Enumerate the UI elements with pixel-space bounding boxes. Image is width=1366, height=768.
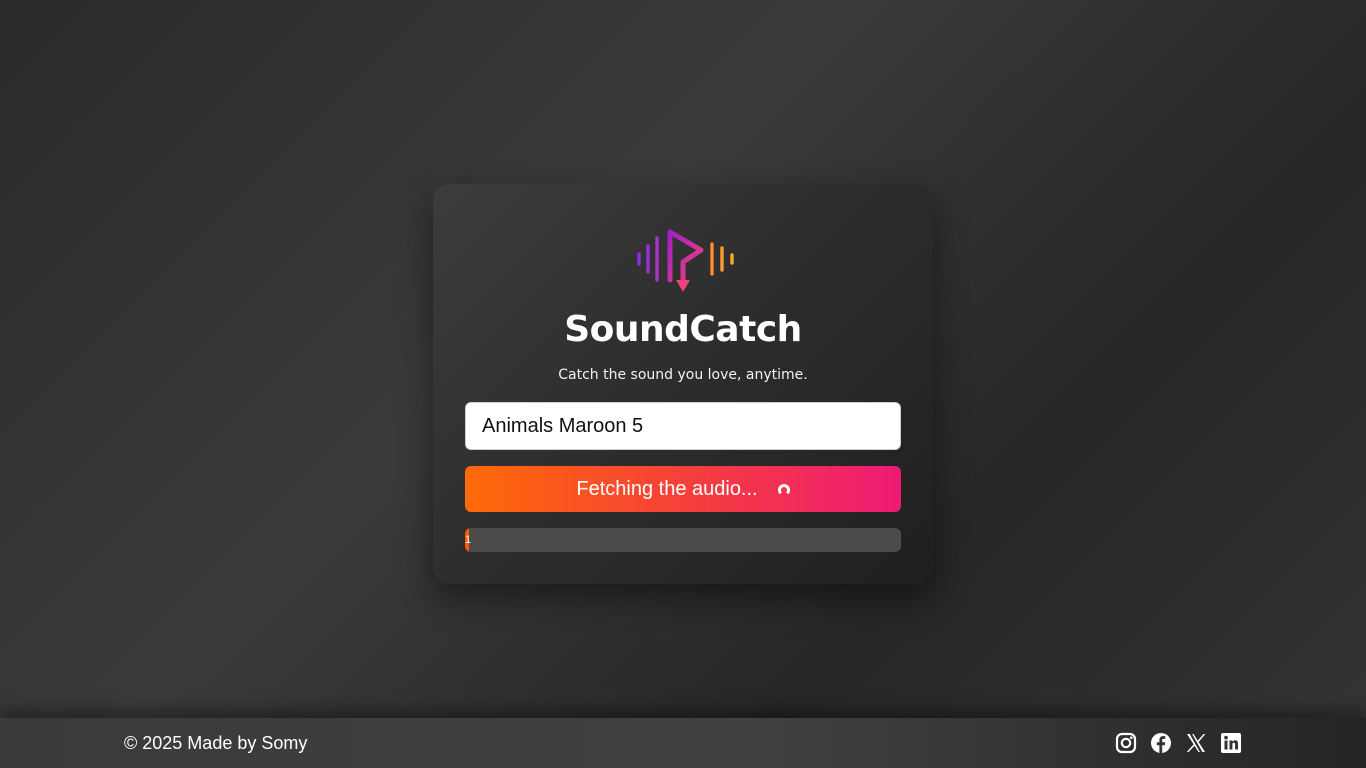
copyright-text: © 2025 Made by Somy [124,733,308,753]
fetch-audio-button[interactable]: Fetching the audio... [465,466,901,512]
page-footer: © 2025 Made by Somy [0,718,1366,768]
fetch-button-label: Fetching the audio... [576,477,758,500]
main-area: SoundCatch Catch the sound you love, any… [0,0,1366,718]
linkedin-icon[interactable] [1219,731,1243,755]
x-icon[interactable] [1184,731,1208,755]
song-search-input[interactable] [465,402,901,450]
progress-value-text: 1 [465,534,472,546]
soundcatch-logo-icon [637,229,734,292]
download-progress-bar: 1 [465,528,901,552]
loading-spinner-icon [777,484,790,496]
app-title: SoundCatch [564,309,802,350]
instagram-icon[interactable] [1114,731,1138,755]
download-card: SoundCatch Catch the sound you love, any… [433,184,933,584]
facebook-icon[interactable] [1149,731,1173,755]
app-tagline: Catch the sound you love, anytime. [558,367,808,383]
social-links [1114,731,1243,755]
